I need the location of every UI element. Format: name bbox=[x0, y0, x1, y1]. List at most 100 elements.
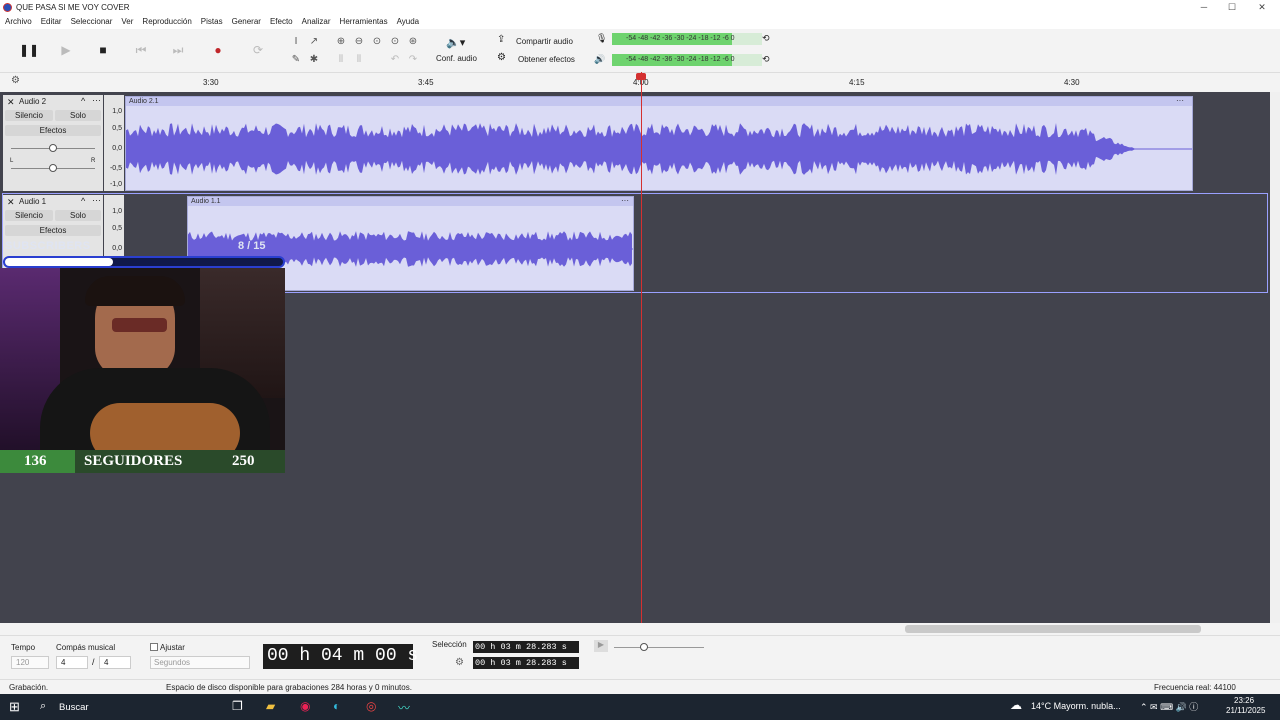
menu-select[interactable]: Seleccionar bbox=[71, 15, 113, 29]
status-text: Grabación. bbox=[9, 683, 49, 692]
trim-button[interactable]: ⫴ bbox=[334, 52, 348, 66]
speaker-meter-icon[interactable]: 🔊 bbox=[594, 54, 605, 65]
meter-options-icon-2[interactable]: ⟲ bbox=[762, 54, 770, 65]
edge-icon[interactable]: ◐ bbox=[333, 699, 340, 713]
snap-checkbox[interactable] bbox=[150, 643, 158, 651]
record-button[interactable]: ● bbox=[204, 36, 232, 64]
record-meter[interactable]: -54 -48 -42 -36 -30 -24 -18 -12 -6 0 bbox=[612, 33, 762, 45]
webcam-glasses bbox=[112, 318, 167, 332]
weather-text[interactable]: 14°C Mayorm. nubla... bbox=[1031, 701, 1121, 711]
zoom-out-button[interactable]: ⊖ bbox=[352, 34, 366, 48]
minimize-button[interactable]: ─ bbox=[1192, 1, 1216, 14]
play-speed-knob[interactable] bbox=[640, 643, 648, 651]
selection-tool[interactable]: I bbox=[289, 34, 303, 48]
app-icon[interactable]: 〰 bbox=[398, 699, 410, 716]
pause-button[interactable]: ❚❚ bbox=[15, 36, 43, 64]
horizontal-scrollbar-thumb[interactable] bbox=[905, 625, 1201, 633]
track-menu-icon[interactable]: ··· bbox=[92, 95, 101, 105]
menu-effect[interactable]: Efecto bbox=[270, 15, 293, 29]
track-menu-icon[interactable]: ··· bbox=[92, 195, 101, 205]
windows-start-icon[interactable]: ⊞ bbox=[9, 699, 20, 715]
vertical-scrollbar[interactable] bbox=[1270, 92, 1280, 623]
audacity-taskbar-icon[interactable]: ◉ bbox=[300, 699, 310, 713]
time-signature-denominator[interactable]: 4 bbox=[99, 656, 131, 669]
clock-time[interactable]: 23:26 bbox=[1234, 696, 1254, 705]
loop-button[interactable]: ⟳ bbox=[244, 36, 272, 64]
clip-menu-icon[interactable]: ··· bbox=[621, 196, 629, 205]
share-audio-button[interactable]: Compartir audio bbox=[516, 37, 573, 46]
menu-file[interactable]: Archivo bbox=[5, 15, 32, 29]
timeline-settings-icon[interactable]: ⚙ bbox=[11, 75, 20, 86]
clip-name[interactable]: Audio 1.1 bbox=[188, 197, 633, 206]
menu-tracks[interactable]: Pistas bbox=[201, 15, 223, 29]
time-display[interactable]: 00 h 04 m 00 s bbox=[263, 644, 418, 669]
solo-button[interactable]: Solo bbox=[55, 110, 101, 121]
collapse-icon[interactable]: ^ bbox=[81, 96, 85, 106]
weather-icon[interactable]: ☁ bbox=[1010, 698, 1022, 712]
undo-button[interactable]: ↶ bbox=[388, 52, 402, 66]
tray-icons[interactable]: ⌃ ✉ ⌨ 🔊 ⓘ bbox=[1140, 700, 1198, 713]
menu-transport[interactable]: Reproducción bbox=[142, 15, 191, 29]
time-signature-numerator[interactable]: 4 bbox=[56, 656, 88, 669]
track-name[interactable]: Audio 1 bbox=[19, 197, 46, 206]
snap-unit-select[interactable]: Segundos bbox=[150, 656, 250, 669]
collapse-icon[interactable]: ^ bbox=[81, 196, 85, 206]
maximize-button[interactable]: ☐ bbox=[1220, 1, 1244, 14]
zoom-in-button[interactable]: ⊕ bbox=[334, 34, 348, 48]
effects-button[interactable]: Efectos bbox=[5, 225, 101, 236]
selection-settings-icon[interactable]: ⚙ bbox=[455, 657, 464, 668]
selection-start[interactable]: 00 h 03 m 28.283 s bbox=[473, 641, 579, 653]
gain-knob[interactable] bbox=[49, 144, 57, 152]
selection-end[interactable]: 00 h 03 m 28.283 s bbox=[473, 657, 579, 669]
menu-help[interactable]: Ayuda bbox=[397, 15, 420, 29]
scale-label: -0,5 bbox=[109, 165, 122, 172]
menu-edit[interactable]: Editar bbox=[41, 15, 62, 29]
audio-clip[interactable]: Audio 2.1 ··· bbox=[125, 96, 1193, 191]
close-track-icon[interactable]: ✕ bbox=[7, 197, 15, 208]
solo-button[interactable]: Solo bbox=[55, 210, 101, 221]
draw-tool[interactable]: ✎ bbox=[289, 52, 303, 66]
track-name[interactable]: Audio 2 bbox=[19, 97, 46, 106]
silence-button[interactable]: ⫴ bbox=[352, 52, 366, 66]
meter-options-icon[interactable]: ⟲ bbox=[762, 33, 770, 44]
chrome-icon[interactable]: ◎ bbox=[366, 699, 376, 713]
speaker-icon[interactable]: 🔈▾ bbox=[446, 36, 465, 49]
fit-selection-button[interactable]: ⊙ bbox=[370, 34, 384, 48]
time-signature-slash: / bbox=[92, 657, 95, 667]
play-at-speed-button[interactable]: ▶ bbox=[594, 640, 608, 652]
envelope-tool[interactable]: ↗ bbox=[307, 34, 321, 48]
taskbar-search[interactable]: Buscar bbox=[59, 702, 89, 713]
menu-view[interactable]: Ver bbox=[121, 15, 133, 29]
redo-button[interactable]: ↷ bbox=[406, 52, 420, 66]
playback-meter[interactable]: -54 -48 -42 -36 -30 -24 -18 -12 -6 0 bbox=[612, 54, 762, 66]
fit-project-button[interactable]: ⊙ bbox=[388, 34, 402, 48]
skip-start-icon: ⏮ bbox=[135, 42, 147, 57]
file-explorer-icon[interactable]: ▰ bbox=[266, 699, 275, 713]
skip-start-button[interactable]: ⏮ bbox=[127, 36, 155, 64]
microphone-icon[interactable]: 🎙 bbox=[596, 33, 607, 44]
tempo-input[interactable]: 120 bbox=[11, 656, 49, 669]
mute-button[interactable]: Silencio bbox=[5, 110, 53, 121]
menu-tools[interactable]: Herramientas bbox=[340, 15, 388, 29]
close-track-icon[interactable]: ✕ bbox=[7, 97, 15, 108]
mute-button[interactable]: Silencio bbox=[5, 210, 53, 221]
menu-analyze[interactable]: Analizar bbox=[302, 15, 331, 29]
clock-date[interactable]: 21/11/2025 bbox=[1226, 706, 1265, 715]
stop-button[interactable]: ■ bbox=[89, 36, 117, 64]
audio-setup-button[interactable]: Conf. audio bbox=[436, 54, 477, 63]
play-speed-slider[interactable] bbox=[614, 647, 704, 648]
skip-end-button[interactable]: ⏭ bbox=[164, 36, 192, 64]
search-icon[interactable]: ⌕ bbox=[40, 700, 46, 713]
play-button[interactable]: ▶ bbox=[52, 36, 80, 64]
playhead-line[interactable] bbox=[641, 72, 642, 623]
effects-button[interactable]: Efectos bbox=[5, 125, 101, 136]
clip-name[interactable]: Audio 2.1 bbox=[126, 97, 1192, 106]
multi-tool[interactable]: ✱ bbox=[307, 52, 321, 66]
close-button[interactable]: ✕ bbox=[1250, 1, 1274, 14]
pan-knob[interactable] bbox=[49, 164, 57, 172]
clip-menu-icon[interactable]: ··· bbox=[1176, 96, 1184, 105]
zoom-toggle-button[interactable]: ⊛ bbox=[406, 34, 420, 48]
menu-generate[interactable]: Generar bbox=[232, 15, 261, 29]
task-view-icon[interactable]: ❐ bbox=[232, 699, 243, 713]
get-effects-button[interactable]: Obtener efectos bbox=[518, 55, 575, 64]
